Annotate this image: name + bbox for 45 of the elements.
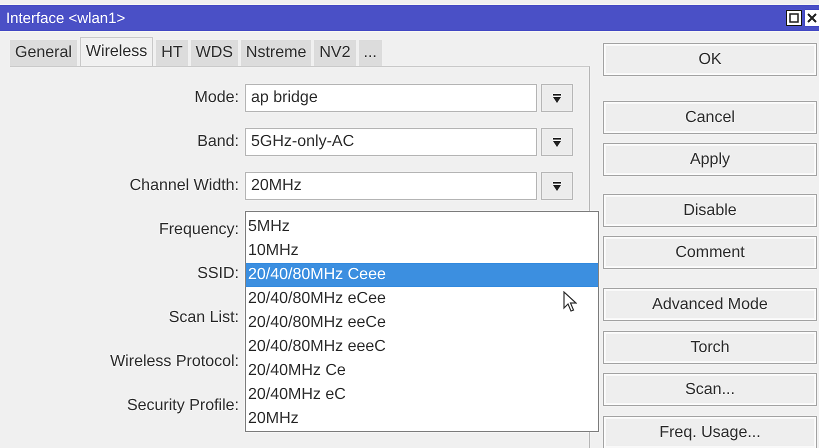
action-button[interactable]: Cancel — [603, 101, 817, 134]
action-button[interactable]: Apply — [603, 143, 817, 176]
action-button[interactable]: Scan... — [603, 373, 817, 406]
tab[interactable]: ... — [358, 40, 382, 66]
field-label: Scan List: — [168, 309, 240, 327]
dropdown-option[interactable]: 5MHz — [246, 215, 598, 239]
field-label: Band: — [196, 133, 240, 151]
tab[interactable]: WDS — [190, 40, 238, 66]
dropdown-button[interactable] — [541, 84, 573, 112]
dropdown-button[interactable] — [541, 172, 573, 200]
field-label: Mode: — [194, 89, 240, 107]
field-label: Channel Width: — [128, 177, 240, 195]
dropdown-field[interactable]: 5GHz-only-AC — [245, 128, 537, 156]
tab[interactable]: General — [10, 40, 77, 66]
tab[interactable]: Wireless — [80, 37, 154, 66]
action-button[interactable]: Torch — [603, 331, 817, 364]
dropdown-option[interactable]: 20/40MHz eC — [246, 383, 598, 407]
field-label: Frequency: — [158, 221, 240, 239]
dropdown-arrow-icon — [553, 94, 561, 102]
tab[interactable]: HT — [156, 40, 188, 66]
action-button[interactable]: OK — [603, 43, 817, 76]
action-button[interactable]: Freq. Usage... — [603, 416, 817, 448]
action-button[interactable]: Disable — [603, 194, 817, 227]
dropdown-option[interactable]: 10MHz — [246, 239, 598, 263]
window-title: Interface <wlan1> — [6, 10, 126, 26]
dropdown-option[interactable]: 20MHz — [246, 407, 598, 431]
field-label: SSID: — [196, 265, 240, 283]
mouse-cursor-icon — [563, 291, 577, 313]
dropdown-arrow-icon — [553, 182, 561, 190]
action-button[interactable]: Comment — [603, 236, 817, 269]
dropdown-arrow-icon — [553, 138, 561, 146]
action-button[interactable]: Advanced Mode — [603, 288, 817, 321]
dropdown-option[interactable]: 20/40/80MHz eeCe — [246, 311, 598, 335]
field-label: Wireless Protocol: — [109, 353, 240, 371]
maximize-icon[interactable] — [786, 10, 802, 26]
dropdown-field[interactable]: 20MHz — [245, 172, 537, 200]
field-label: Security Profile: — [126, 397, 240, 415]
close-icon[interactable] — [805, 10, 819, 26]
dropdown-option[interactable]: 20/40MHz Ce — [246, 359, 598, 383]
tab[interactable]: Nstreme — [240, 40, 312, 66]
tab[interactable]: NV2 — [314, 40, 356, 66]
dropdown-option[interactable]: 20/40/80MHz eCee — [246, 287, 598, 311]
dropdown-button[interactable] — [541, 128, 573, 156]
dropdown-option[interactable]: 20/40/80MHz eeeC — [246, 335, 598, 359]
dropdown-field[interactable]: ap bridge — [245, 84, 537, 112]
